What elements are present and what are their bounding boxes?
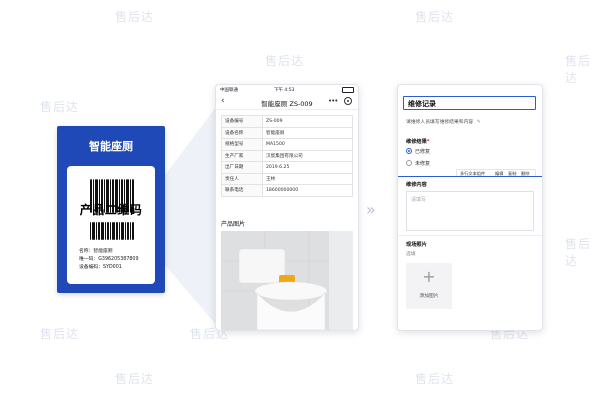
toilet-image [221, 231, 353, 330]
watermark: 售后达 [40, 327, 80, 341]
row-key: 设备编号 [221, 115, 263, 128]
content-label: 维修内容 [406, 182, 427, 188]
row-key: 规格型号 [221, 138, 263, 151]
table-row: 生产厂家 汉宸集团有限公司 [221, 149, 353, 162]
device-info-table: 设备编号 ZS-009 设备名称 智能座厕 规格型号 MA1500 生产厂家 汉宸集团有… [221, 115, 353, 197]
add-image-label: 添加图片 [419, 294, 439, 299]
row-value: 汉宸集团有限公司 [262, 149, 353, 162]
table-row: 联系电话 18600000000 [221, 184, 353, 197]
content-placeholder: 请填写 [411, 197, 427, 203]
watermark: 售后达 [40, 100, 80, 114]
radio-repaired[interactable] [406, 148, 412, 154]
product-photo[interactable] [221, 231, 353, 330]
table-row: 责任人 王林 [221, 172, 353, 185]
radio-not-repaired-label: 未修复 [415, 161, 431, 167]
qr-label-card: 智能座厕 产品二维码 名称：智能座厕 唯一码：G396205387809 设备编… [57, 126, 165, 293]
row-value: 智能座厕 [262, 126, 353, 139]
form-description-text: 请维修人员填写维修结果和内容 [406, 120, 474, 125]
selected-divider [398, 176, 542, 177]
content-textarea[interactable]: 请填写 [406, 191, 534, 231]
watermark: 售后达 [565, 237, 592, 268]
result-label: 维修结果* [406, 139, 430, 145]
row-key: 生产厂家 [221, 149, 263, 162]
status-bar: 中国联通 下午 4:53 [216, 85, 358, 95]
add-image-button[interactable]: + 添加图片 [406, 263, 452, 309]
repair-form-panel: 维修记录 请维修人员填写维修结果和内容 ✎ 维修结果* 已修复 未修复 多行文本… [397, 84, 543, 331]
result-label-text: 维修结果 [406, 139, 427, 145]
photo-section-title: 产品图片 [221, 221, 246, 228]
carrier-text: 中国联通 [220, 88, 238, 93]
qr-card-title: 智能座厕 [89, 140, 133, 153]
form-title-field[interactable]: 维修记录 [403, 96, 536, 110]
barcode-icon [90, 221, 134, 241]
battery-icon [342, 87, 354, 93]
qr-info-device: 设备编码：SYD001 [79, 265, 122, 270]
qr-big-label: 产品二维码 [79, 203, 143, 217]
watermark: 售后达 [115, 10, 155, 24]
watermark: 售后达 [565, 54, 592, 85]
photo-optional-hint: 选填 [406, 252, 416, 257]
row-value: 18600000000 [262, 184, 353, 197]
row-value: 王林 [262, 172, 353, 185]
divider [398, 235, 542, 236]
time-text: 下午 4:53 [274, 88, 295, 93]
watermark: 售后达 [265, 54, 305, 68]
phone-mockup: 中国联通 下午 4:53 ‹ 智能座厕 ZS-009 ••• 设备编号 ZS-00… [215, 84, 359, 331]
qr-info-name: 名称：智能座厕 [79, 249, 113, 254]
row-key: 出厂日期 [221, 161, 263, 174]
qr-card-inner: 产品二维码 名称：智能座厕 唯一码：G396205387809 设备编码：SYD… [67, 166, 155, 284]
table-row: 设备编号 ZS-009 [221, 115, 353, 128]
watermark: 售后达 [115, 372, 155, 386]
edit-icon[interactable]: ✎ [477, 120, 481, 125]
table-row: 规格型号 MA1500 [221, 138, 353, 151]
form-description: 请维修人员填写维修结果和内容 ✎ [406, 118, 481, 125]
row-key: 设备名称 [221, 126, 263, 139]
double-chevron-right-icon: ›› [366, 200, 376, 219]
table-row: 出厂日期 2019.6.25 [221, 161, 353, 174]
qr-info-code: 唯一码：G396205387809 [79, 257, 139, 262]
watermark: 售后达 [415, 10, 455, 24]
row-value: MA1500 [262, 138, 353, 151]
row-value: 2019.6.25 [262, 161, 353, 174]
target-icon[interactable] [344, 97, 352, 105]
plus-icon: + [422, 267, 436, 286]
row-key: 联系电话 [221, 184, 263, 197]
row-value: ZS-009 [262, 115, 353, 128]
watermark: 售后达 [415, 372, 455, 386]
radio-not-repaired[interactable] [406, 160, 412, 166]
radio-repaired-label: 已修复 [415, 149, 431, 155]
photo-label: 现场照片 [406, 242, 427, 248]
more-icon[interactable]: ••• [328, 97, 338, 105]
nav-bar: ‹ 智能座厕 ZS-009 ••• [216, 95, 358, 110]
table-row: 设备名称 智能座厕 [221, 126, 353, 139]
row-key: 责任人 [221, 172, 263, 185]
form-title: 维修记录 [408, 100, 436, 108]
